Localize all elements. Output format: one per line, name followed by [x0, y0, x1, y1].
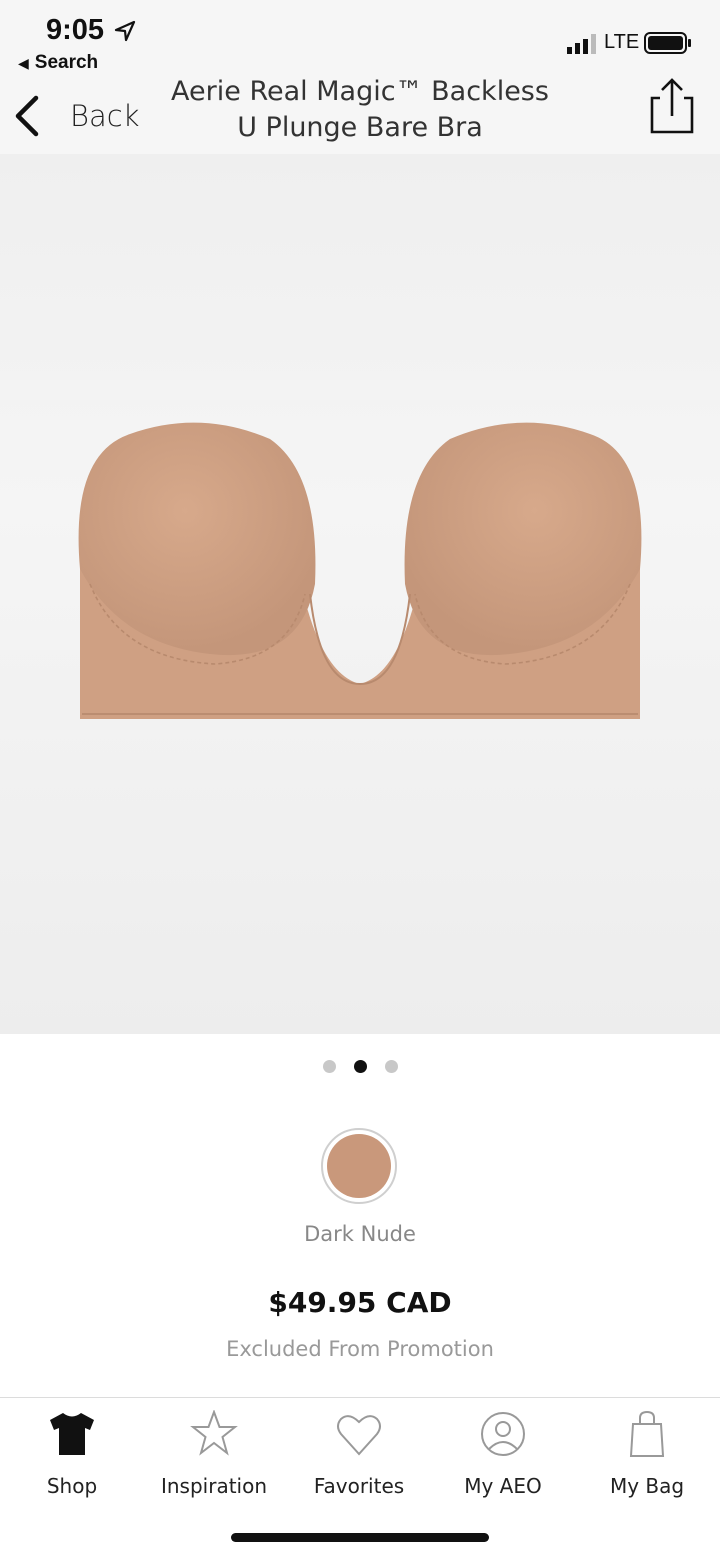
promo-note: Excluded From Promotion — [226, 1337, 494, 1361]
location-arrow-icon — [114, 20, 136, 42]
tab-label: Shop — [46, 1474, 98, 1498]
tab-label: My Bag — [609, 1474, 685, 1498]
swatch-fill — [327, 1134, 391, 1198]
tab-label: My AEO — [464, 1474, 542, 1498]
back-triangle-icon: ◀ — [18, 55, 29, 71]
color-swatch[interactable] — [321, 1128, 397, 1204]
carousel-dot[interactable] — [353, 1060, 367, 1073]
back-to-app-label: Search — [34, 52, 99, 73]
carousel-dot[interactable] — [384, 1060, 398, 1073]
star-icon — [190, 1410, 238, 1456]
battery-icon — [644, 32, 691, 54]
tab-inspiration[interactable]: Inspiration — [142, 1410, 286, 1500]
tab-shop[interactable]: Shop — [0, 1410, 144, 1500]
status-time: 9:05 — [46, 14, 105, 46]
carousel-dot[interactable] — [322, 1060, 336, 1073]
bra-illustration — [78, 422, 642, 719]
tab-label: Inspiration — [160, 1474, 268, 1498]
heart-icon — [337, 1415, 381, 1456]
tab-my-bag[interactable]: My Bag — [575, 1410, 719, 1500]
back-button[interactable]: Back — [12, 88, 140, 144]
back-to-app-link[interactable]: ◀ Search — [18, 52, 98, 74]
color-name: Dark Nude — [304, 1222, 416, 1246]
tshirt-icon — [50, 1413, 94, 1455]
user-icon — [481, 1412, 525, 1456]
back-label: Back — [70, 99, 140, 133]
tab-my-aeo[interactable]: My AEO — [431, 1410, 575, 1500]
signal-icon — [567, 34, 596, 54]
status-bar: 9:05 ◀ Search LTE — [0, 0, 720, 80]
nav-bar: Back Aerie Real Magic™ Backless U Plunge… — [0, 76, 720, 154]
home-indicator — [231, 1533, 489, 1542]
carousel-dots — [0, 1060, 720, 1078]
price: $49.95 CAD — [268, 1286, 452, 1319]
bag-icon — [629, 1410, 665, 1457]
tab-label: Favorites — [313, 1474, 405, 1498]
product-image[interactable] — [0, 154, 720, 1034]
network-type: LTE — [604, 31, 640, 53]
page-title: Aerie Real Magic™ Backless U Plunge Bare… — [171, 76, 549, 143]
chevron-left-icon — [15, 95, 39, 137]
share-icon[interactable] — [646, 76, 698, 136]
tab-favorites[interactable]: Favorites — [287, 1410, 431, 1500]
